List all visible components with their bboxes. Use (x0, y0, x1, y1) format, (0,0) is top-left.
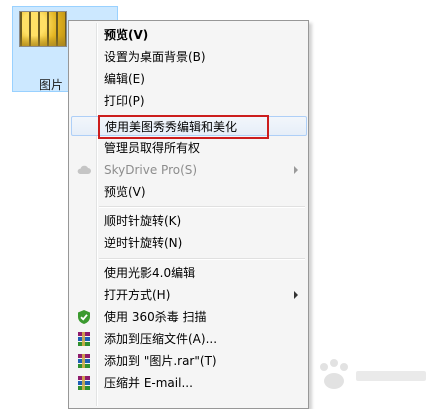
menu-item-skydrive-pro[interactable]: SkyDrive Pro(S) (71, 160, 307, 180)
context-menu: 预览(V) 设置为桌面背景(B) 编辑(E) 打印(P) 使用美图秀秀编辑和美化… (68, 20, 309, 409)
menu-item-set-desktop-background[interactable]: 设置为桌面背景(B) (71, 47, 307, 67)
menu-item-360-scan[interactable]: 使用 360杀毒 扫描 (71, 307, 307, 327)
menu-separator (99, 206, 305, 208)
menu-item-label: 预览(V) (104, 28, 149, 42)
menu-item-label: 压缩并 E-mail... (104, 376, 193, 390)
menu-item-print[interactable]: 打印(P) (71, 91, 307, 111)
menu-separator (99, 258, 305, 260)
submenu-arrow-icon (294, 291, 298, 299)
menu-item-rotate-clockwise[interactable]: 顺时针旋转(K) (71, 211, 307, 231)
file-name-label: 图片 (39, 78, 64, 92)
menu-item-label: 顺时针旋转(K) (104, 214, 182, 228)
menu-item-label: 逆时针旋转(N) (104, 236, 183, 250)
menu-item-take-ownership[interactable]: 管理员取得所有权 (71, 138, 307, 158)
menu-item-preview[interactable]: 预览(V) (71, 182, 307, 202)
cloud-icon (77, 165, 91, 174)
menu-item-label: 预览(V) (104, 185, 146, 199)
menu-item-label: 管理员取得所有权 (104, 141, 201, 155)
shield-icon (78, 310, 90, 324)
menu-item-label: 使用光影4.0编辑 (104, 266, 196, 280)
image-thumbnail (19, 11, 67, 47)
menu-item-label: 添加到 "图片.rar"(T) (104, 354, 217, 368)
menu-item-label: 添加到压缩文件(A)... (104, 332, 218, 346)
menu-item-label: SkyDrive Pro(S) (104, 163, 198, 177)
menu-item-add-to-rar[interactable]: 添加到 "图片.rar"(T) (71, 351, 307, 371)
menu-item-preview-default[interactable]: 预览(V) (71, 25, 307, 45)
menu-item-edit[interactable]: 编辑(E) (71, 69, 307, 89)
menu-item-label: 设置为桌面背景(B) (104, 50, 206, 64)
submenu-arrow-icon (294, 166, 298, 174)
winrar-books-icon (78, 354, 90, 368)
winrar-books-icon (78, 376, 90, 390)
menu-item-lightshade-edit[interactable]: 使用光影4.0编辑 (71, 263, 307, 283)
red-highlight-annotation (98, 115, 269, 139)
menu-item-label: 编辑(E) (104, 72, 145, 86)
menu-item-label: 打印(P) (104, 94, 145, 108)
menu-item-open-with[interactable]: 打开方式(H) (71, 285, 307, 305)
winrar-books-icon (78, 332, 90, 346)
menu-item-add-to-archive[interactable]: 添加到压缩文件(A)... (71, 329, 307, 349)
menu-item-label: 打开方式(H) (104, 288, 171, 302)
menu-item-label: 使用 360杀毒 扫描 (104, 310, 207, 324)
watermark-logo (320, 359, 426, 389)
menu-item-rotate-counterclockwise[interactable]: 逆时针旋转(N) (71, 233, 307, 253)
menu-item-compress-email[interactable]: 压缩并 E-mail... (71, 373, 307, 393)
